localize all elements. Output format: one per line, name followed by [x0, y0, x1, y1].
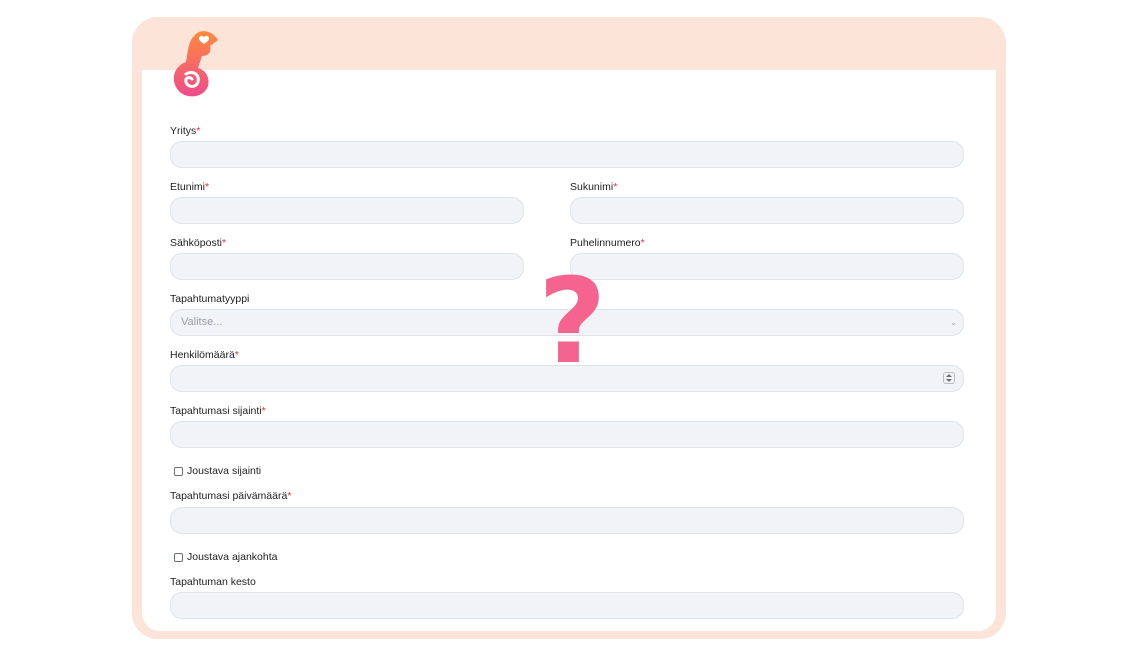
location-input[interactable]: [170, 421, 964, 448]
last-name-input[interactable]: [570, 197, 964, 224]
company-label: Yritys*: [170, 125, 201, 137]
flexible-time-checkbox[interactable]: [174, 552, 183, 562]
company-input[interactable]: [170, 141, 964, 168]
email-input[interactable]: [170, 253, 524, 280]
flexible-time-row[interactable]: Joustava ajankohta: [174, 551, 277, 563]
date-input[interactable]: [170, 507, 964, 534]
location-label: Tapahtumasi sijainti*: [170, 405, 266, 417]
headcount-label: Henkilömäärä*: [170, 349, 239, 361]
flexible-location-checkbox[interactable]: [174, 466, 183, 476]
number-spinner-icon[interactable]: [943, 372, 955, 384]
chameleon-logo-icon: [173, 31, 218, 97]
phone-input[interactable]: [570, 253, 964, 280]
question-mark-overlay: ?: [538, 252, 607, 390]
last-name-label: Sukunimi*: [570, 181, 618, 193]
phone-label: Puhelinnumero*: [570, 237, 645, 249]
flexible-location-label: Joustava sijainti: [187, 465, 262, 477]
date-label: Tapahtumasi päivämäärä*: [170, 490, 292, 502]
chevron-down-icon: ⌄: [950, 318, 957, 327]
email-label: Sähköposti*: [170, 237, 227, 249]
event-type-placeholder: Valitse...: [181, 316, 223, 328]
first-name-input[interactable]: [170, 197, 524, 224]
duration-input[interactable]: [170, 592, 964, 619]
first-name-label: Etunimi*: [170, 181, 210, 193]
flexible-time-label: Joustava ajankohta: [187, 551, 278, 563]
duration-label: Tapahtuman kesto: [170, 576, 256, 588]
flexible-location-row[interactable]: Joustava sijainti: [174, 465, 261, 477]
event-type-label: Tapahtumatyyppi: [170, 293, 250, 305]
